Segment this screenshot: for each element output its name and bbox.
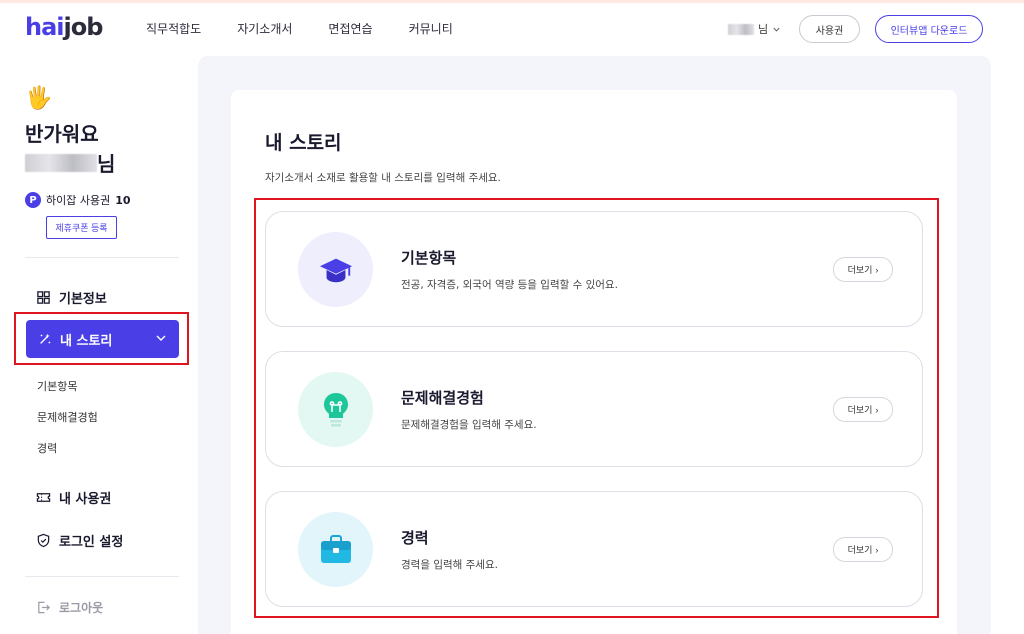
ticket-icon bbox=[36, 493, 51, 502]
icon-circle bbox=[298, 372, 373, 447]
briefcase-icon bbox=[320, 534, 351, 563]
sidebar-item-label: 기본정보 bbox=[59, 292, 107, 307]
points-info: P 하이잡 사용권 10 bbox=[25, 192, 131, 208]
nav-interview-practice[interactable]: 면접연습 bbox=[328, 20, 372, 37]
chevron-down-icon bbox=[773, 27, 780, 32]
logout-button[interactable]: 로그아웃 bbox=[36, 599, 103, 616]
icon-circle bbox=[298, 232, 373, 307]
points-count: 10 bbox=[115, 193, 131, 207]
story-card-title: 기본항목 bbox=[401, 249, 457, 267]
shield-check-icon bbox=[37, 533, 50, 548]
user-suffix: 님 bbox=[758, 23, 769, 36]
nav-community[interactable]: 커뮤니티 bbox=[409, 20, 453, 37]
more-button[interactable]: 더보기 › bbox=[833, 257, 893, 282]
chevron-right-icon: › bbox=[875, 264, 879, 275]
icon-circle bbox=[298, 512, 373, 587]
page-title: 내 스토리 bbox=[265, 132, 342, 154]
download-app-button[interactable]: 인터뷰앱 다운로드 bbox=[875, 15, 983, 43]
sidebar-subitem-career[interactable]: 경력 bbox=[37, 440, 57, 456]
graduation-cap-icon bbox=[319, 258, 352, 282]
story-card-desc: 경력을 입력해 주세요. bbox=[401, 559, 498, 571]
blurred-username bbox=[25, 153, 97, 172]
story-card-problem-solving[interactable]: 문제해결경험 문제해결경험을 입력해 주세요. 더보기 › bbox=[265, 351, 923, 467]
sidebar-item-label: 내 사용권 bbox=[59, 492, 112, 507]
story-card-career[interactable]: 경력 경력을 입력해 주세요. 더보기 › bbox=[265, 491, 923, 607]
sidebar-item-my-story[interactable]: 내 스토리 bbox=[26, 320, 179, 358]
divider bbox=[25, 576, 179, 577]
story-card-desc: 전공, 자격증, 외국어 역량 등을 입력할 수 있어요. bbox=[401, 279, 618, 291]
divider bbox=[25, 257, 179, 258]
nav-cover-letter[interactable]: 자기소개서 bbox=[237, 20, 292, 37]
story-card-title: 문제해결경험 bbox=[401, 389, 484, 407]
top-navigation: haijob 직무적합도 자기소개서 면접연습 커뮤니티 님 사용권 인터뷰앱 … bbox=[0, 0, 1024, 56]
more-button[interactable]: 더보기 › bbox=[833, 397, 893, 422]
logo[interactable]: haijob bbox=[25, 13, 103, 41]
sidebar-item-my-ticket[interactable]: 내 사용권 bbox=[36, 488, 111, 507]
nav-job-fit[interactable]: 직무적합도 bbox=[146, 20, 201, 37]
sidebar-subitem-basic[interactable]: 기본항목 bbox=[37, 378, 77, 394]
register-coupon-button[interactable]: 제휴쿠폰 등록 bbox=[46, 216, 117, 239]
main-nav: 직무적합도 자기소개서 면접연습 커뮤니티 bbox=[146, 20, 489, 37]
sidebar-item-basic-info[interactable]: 기본정보 bbox=[36, 288, 107, 307]
logout-icon bbox=[38, 601, 50, 614]
story-card-desc: 문제해결경험을 입력해 주세요. bbox=[401, 419, 537, 431]
logout-label: 로그아웃 bbox=[59, 601, 104, 615]
page-description: 자기소개서 소재로 활용할 내 스토리를 입력해 주세요. bbox=[265, 172, 501, 184]
chevron-right-icon: › bbox=[875, 404, 879, 415]
user-name-line: 님 bbox=[25, 148, 115, 177]
story-card-basic[interactable]: 기본항목 전공, 자격증, 외국어 역량 등을 입력할 수 있어요. 더보기 › bbox=[265, 211, 923, 327]
chevron-right-icon: › bbox=[875, 544, 879, 555]
ticket-button[interactable]: 사용권 bbox=[799, 15, 860, 43]
sidebar-item-label: 로그인 설정 bbox=[59, 535, 124, 550]
user-menu[interactable]: 님 bbox=[728, 21, 781, 37]
sidebar-item-label: 내 스토리 bbox=[60, 333, 113, 349]
more-button[interactable]: 더보기 › bbox=[833, 537, 893, 562]
waving-hand-icon: 🖐 bbox=[25, 86, 53, 111]
greeting: 반가워요 bbox=[25, 122, 99, 146]
user-suffix: 님 bbox=[97, 152, 116, 176]
sidebar: 🖐 반가워요 님 P 하이잡 사용권 10 제휴쿠폰 등록 기본정보 내 스토리… bbox=[0, 56, 198, 634]
story-card-title: 경력 bbox=[401, 529, 429, 547]
sidebar-subitem-problem-solving[interactable]: 문제해결경험 bbox=[37, 409, 98, 425]
grid-icon bbox=[37, 291, 50, 304]
chevron-down-icon[interactable] bbox=[155, 332, 167, 344]
sidebar-item-login-settings[interactable]: 로그인 설정 bbox=[36, 531, 123, 550]
points-icon: P bbox=[25, 192, 41, 208]
magic-wand-icon bbox=[40, 333, 51, 344]
points-label: 하이잡 사용권 bbox=[46, 194, 111, 207]
blurred-username bbox=[728, 23, 754, 35]
lightbulb-icon bbox=[323, 392, 348, 426]
